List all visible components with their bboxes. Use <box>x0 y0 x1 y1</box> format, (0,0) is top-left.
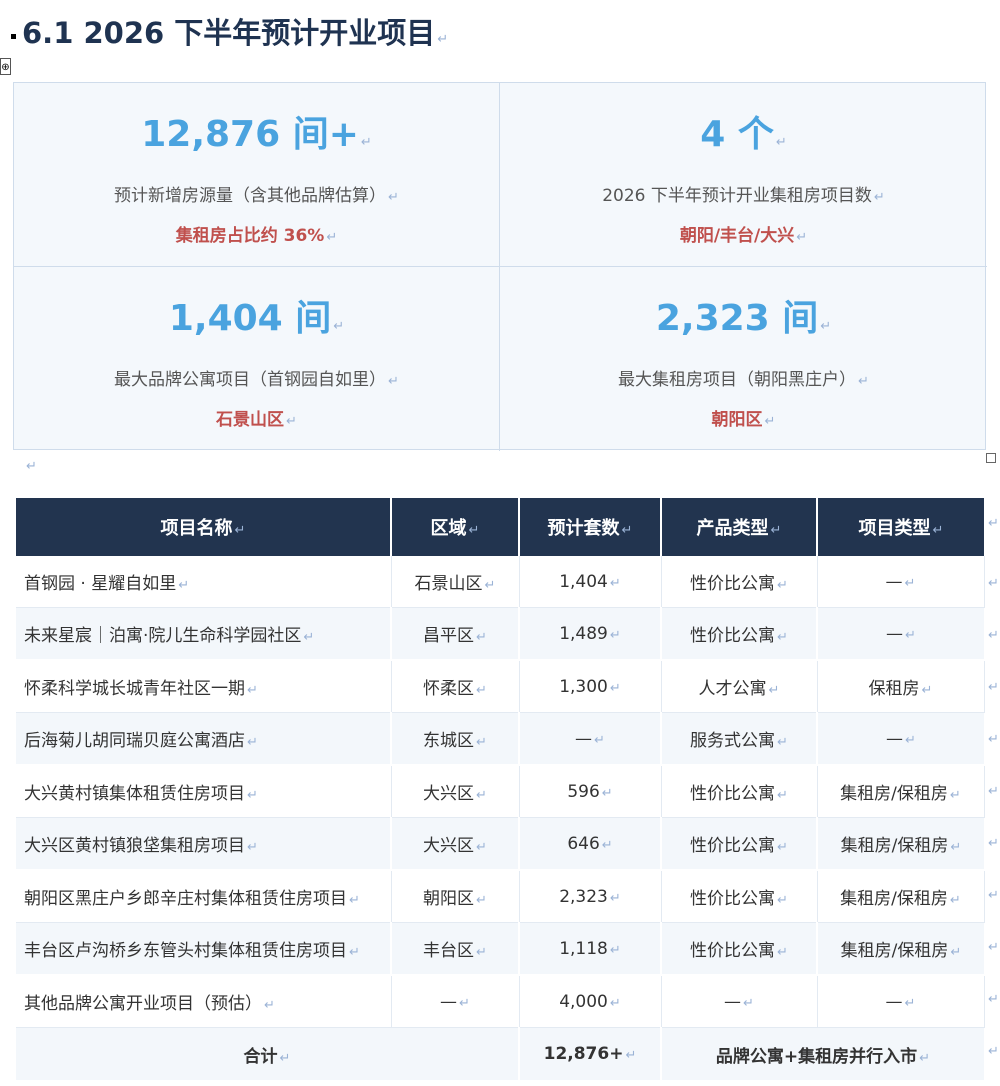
row-end-mark: ↵ <box>988 732 999 747</box>
cell-district: 朝阳区 ↵ <box>391 870 520 923</box>
cell-project-name: 首钢园 · 星耀自如里 ↵ <box>16 556 392 608</box>
section-title: 6.1 2026 下半年预计开业项目 ↵ <box>22 16 449 50</box>
cell-project-type: — ↵ <box>817 975 985 1028</box>
stat-tag: 石景山区 ↵ <box>216 410 297 430</box>
cell-project-name: 大兴黄村镇集体租赁住房项目 ↵ <box>16 765 392 818</box>
total-label: 合计 ↵ <box>16 1027 520 1082</box>
stat-value: 1,404 间 ↵ <box>168 298 345 339</box>
cell-unit-count: — ↵ <box>519 712 662 766</box>
stat-tag: 朝阳区 ↵ <box>711 410 776 430</box>
cell-unit-count: 2,323 ↵ <box>519 870 662 923</box>
table-row: 朝阳区黑庄户乡郎辛庄村集体租赁住房项目 ↵ 朝阳区 ↵ 2,323 ↵ 性价比公寓 ↵ 集租房/… <box>16 870 985 923</box>
cell-product-type: 性价比公寓 ↵ <box>661 765 818 818</box>
row-end-mark: ↵ <box>988 1044 999 1059</box>
row-end-mark: ↵ <box>988 836 999 851</box>
cell-district: 石景山区 ↵ <box>391 556 520 608</box>
cell-unit-count: 1,489 ↵ <box>519 607 662 661</box>
header-project-type: 项目类型 ↵ <box>817 498 984 556</box>
cell-district: 昌平区 ↵ <box>391 607 520 661</box>
cell-product-type: — ↵ <box>661 975 818 1028</box>
cell-project-name: 其他品牌公寓开业项目（预估） ↵ <box>16 975 392 1028</box>
projects-table: 项目名称 ↵ 区域 ↵ 预计套数 ↵ 产品类型 ↵ 项目类型 ↵ 首钢园 · 星耀自如里 ↵… <box>16 498 985 1082</box>
stats-grid: 12,876 间+ ↵ 预计新增房源量（含其他品牌估算） ↵ 集租房占比约 36% ↵… <box>13 82 987 451</box>
cell-project-name: 后海菊儿胡同瑞贝庭公寓酒店 ↵ <box>16 712 392 766</box>
table-total-row: 合计 ↵ 12,876+ ↵ 品牌公寓+集租房并行入市 ↵ <box>16 1027 984 1082</box>
row-end-mark: ↵ <box>988 516 999 531</box>
stat-description: 最大品牌公寓项目（首钢园自如里） ↵ <box>114 370 399 390</box>
cell-product-type: 人才公寓 ↵ <box>661 660 818 713</box>
cell-project-type: 集租房/保租房 ↵ <box>817 817 984 871</box>
cell-project-type: — ↵ <box>817 712 984 766</box>
cell-project-name: 朝阳区黑庄户乡郎辛庄村集体租赁住房项目 ↵ <box>16 870 392 923</box>
cell-project-name: 大兴区黄村镇狼垡集租房项目 ↵ <box>16 817 392 871</box>
stat-description: 预计新增房源量（含其他品牌估算） ↵ <box>114 186 399 206</box>
cell-product-type: 服务式公寓 ↵ <box>661 712 818 766</box>
cell-project-name: 丰台区卢沟桥乡东管头村集体租赁住房项目 ↵ <box>16 922 392 976</box>
table-row: 怀柔科学城长城青年社区一期 ↵ 怀柔区 ↵ 1,300 ↵ 人才公寓 ↵ 保租房 ↵ <box>16 660 985 713</box>
row-end-mark: ↵ <box>988 940 999 955</box>
cell-project-name: 未来星宸｜泊寓·院儿生命科学园社区 ↵ <box>16 607 392 661</box>
cell-district: 东城区 ↵ <box>391 712 520 766</box>
header-product-type: 产品类型 ↵ <box>661 498 818 556</box>
table-row: 大兴区黄村镇狼垡集租房项目 ↵ 大兴区 ↵ 646 ↵ 性价比公寓 ↵ 集租房/保租房 ↵ <box>16 817 984 871</box>
table-resize-handle[interactable] <box>986 453 996 463</box>
header-project-name: 项目名称 ↵ <box>16 498 392 556</box>
cell-project-type: 保租房 ↵ <box>817 660 985 713</box>
cell-product-type: 性价比公寓 ↵ <box>661 922 818 976</box>
cell-project-name: 怀柔科学城长城青年社区一期 ↵ <box>16 660 392 713</box>
paragraph-mark: ↵ <box>26 459 37 474</box>
cell-product-type: 性价比公寓 ↵ <box>661 607 818 661</box>
title-bullet <box>11 34 16 39</box>
table-row: 首钢园 · 星耀自如里 ↵ 石景山区 ↵ 1,404 ↵ 性价比公寓 ↵ — ↵ <box>16 556 985 608</box>
cell-unit-count: 596 ↵ <box>519 765 662 818</box>
stat-card-project-count: 4 个 ↵ 2026 下半年预计开业集租房项目数 ↵ 朝阳/丰台/大兴 ↵ <box>500 83 987 267</box>
table-row: 其他品牌公寓开业项目（预估） ↵ — ↵ 4,000 ↵ — ↵ — ↵ <box>16 975 985 1028</box>
total-note: 品牌公寓+集租房并行入市 ↵ <box>661 1027 984 1082</box>
cell-project-type: 集租房/保租房 ↵ <box>817 765 985 818</box>
stat-description: 最大集租房项目（朝阳黑庄户） ↵ <box>618 370 869 390</box>
table-row: 大兴黄村镇集体租赁住房项目 ↵ 大兴区 ↵ 596 ↵ 性价比公寓 ↵ 集租房/保租房 ↵ <box>16 765 985 818</box>
stat-card-largest-collective-rental: 2,323 间 ↵ 最大集租房项目（朝阳黑庄户） ↵ 朝阳区 ↵ <box>500 267 987 451</box>
cell-district: — ↵ <box>391 975 520 1028</box>
stat-description: 2026 下半年预计开业集租房项目数 ↵ <box>602 186 885 206</box>
cell-unit-count: 1,404 ↵ <box>519 556 662 608</box>
table-header-row: 项目名称 ↵ 区域 ↵ 预计套数 ↵ 产品类型 ↵ 项目类型 ↵ <box>16 498 984 556</box>
cell-product-type: 性价比公寓 ↵ <box>661 556 818 608</box>
header-district: 区域 ↵ <box>391 498 520 556</box>
stat-value: 2,323 间 ↵ <box>655 298 832 339</box>
cell-project-type: — ↵ <box>817 607 984 661</box>
row-end-mark: ↵ <box>988 628 999 643</box>
stat-card-largest-brand-apartment: 1,404 间 ↵ 最大品牌公寓项目（首钢园自如里） ↵ 石景山区 ↵ <box>14 267 500 451</box>
table-row: 未来星宸｜泊寓·院儿生命科学园社区 ↵ 昌平区 ↵ 1,489 ↵ 性价比公寓 ↵ — ↵ <box>16 607 984 661</box>
cell-district: 大兴区 ↵ <box>391 817 520 871</box>
cell-unit-count: 1,118 ↵ <box>519 922 662 976</box>
row-end-mark: ↵ <box>988 992 999 1007</box>
row-end-mark: ↵ <box>988 784 999 799</box>
cell-unit-count: 1,300 ↵ <box>519 660 662 713</box>
row-end-mark: ↵ <box>988 680 999 695</box>
row-end-mark: ↵ <box>988 888 999 903</box>
cell-district: 怀柔区 ↵ <box>391 660 520 713</box>
cell-project-type: — ↵ <box>817 556 985 608</box>
stat-tag: 朝阳/丰台/大兴 ↵ <box>679 226 808 246</box>
table-move-handle-icon[interactable]: ⊕ <box>0 58 11 75</box>
cell-district: 大兴区 ↵ <box>391 765 520 818</box>
stat-card-total-rooms: 12,876 间+ ↵ 预计新增房源量（含其他品牌估算） ↵ 集租房占比约 36% ↵ <box>14 83 500 267</box>
stat-tag: 集租房占比约 36% ↵ <box>175 226 338 246</box>
table-row: 丰台区卢沟桥乡东管头村集体租赁住房项目 ↵ 丰台区 ↵ 1,118 ↵ 性价比公寓 ↵ 集租房/… <box>16 922 984 976</box>
cell-unit-count: 646 ↵ <box>519 817 662 871</box>
stat-value: 12,876 间+ ↵ <box>141 114 372 155</box>
cell-district: 丰台区 ↵ <box>391 922 520 976</box>
cell-product-type: 性价比公寓 ↵ <box>661 817 818 871</box>
cell-project-type: 集租房/保租房 ↵ <box>817 870 985 923</box>
cell-unit-count: 4,000 ↵ <box>519 975 662 1028</box>
table-row: 后海菊儿胡同瑞贝庭公寓酒店 ↵ 东城区 ↵ — ↵ 服务式公寓 ↵ — ↵ <box>16 712 984 766</box>
cell-product-type: 性价比公寓 ↵ <box>661 870 818 923</box>
row-end-mark: ↵ <box>988 576 999 591</box>
header-unit-count: 预计套数 ↵ <box>519 498 662 556</box>
stat-value: 4 个 ↵ <box>700 114 787 155</box>
cell-project-type: 集租房/保租房 ↵ <box>817 922 984 976</box>
total-count: 12,876+ ↵ <box>519 1027 662 1082</box>
